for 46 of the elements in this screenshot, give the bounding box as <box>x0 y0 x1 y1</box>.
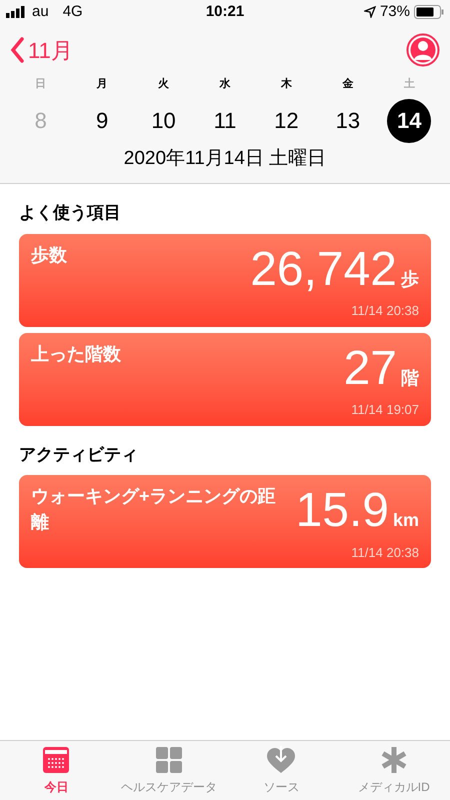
metric-title: ウォーキング+ランニングの距離 <box>31 485 277 534</box>
profile-icon[interactable] <box>406 33 440 67</box>
weekday-label: 月 <box>96 77 108 92</box>
metric-value: 26,742 <box>250 246 397 294</box>
tab-bar-item[interactable]: 今日 <box>0 741 112 800</box>
date-button[interactable]: 13 <box>326 98 370 142</box>
weekday-label: 水 <box>219 76 230 92</box>
section-title: アクティビティ <box>19 444 139 466</box>
tab-bar-item[interactable]: メディカルID <box>338 741 450 800</box>
metric-card[interactable]: ウォーキング+ランニングの距離 15.9 km 11/14 20:38 <box>19 475 431 568</box>
metric-unit: km <box>392 511 419 529</box>
metric-title: 上った階数 <box>31 342 122 366</box>
metric-value: 15.9 <box>296 487 389 535</box>
section-title: よく使う項目 <box>19 202 122 224</box>
tab-bar-item[interactable]: ヘルスケアデータ <box>112 741 225 800</box>
metric-unit: 歩 <box>401 270 419 288</box>
date-button[interactable]: 8 <box>18 98 63 142</box>
metric-time: 11/14 20:38 <box>351 302 419 320</box>
metric-card[interactable]: 歩数 26,742 歩 11/14 20:38 <box>19 234 431 326</box>
metric-time: 11/14 19:07 <box>351 401 419 419</box>
selected-date: 2020年11月14日 土曜日 <box>124 146 326 170</box>
signal-icon <box>6 6 26 18</box>
weekday-label: 日 <box>35 77 46 92</box>
date-button[interactable]: 11 <box>202 98 247 142</box>
network-label: 4G <box>62 2 83 22</box>
metric-card[interactable]: 上った階数 27 階 11/14 19:07 <box>19 332 431 426</box>
date-button[interactable]: 10 <box>142 98 186 142</box>
chevron-left-icon <box>10 37 24 63</box>
date-button[interactable]: 9 <box>80 98 124 142</box>
battery-icon <box>414 5 444 19</box>
battery-percent: 73% <box>380 2 410 22</box>
metric-time: 11/14 20:38 <box>351 544 419 562</box>
location-arrow-icon <box>364 6 376 18</box>
tab-bar-item[interactable]: ソース <box>225 741 338 800</box>
weekday-label: 火 <box>158 76 170 92</box>
carrier-label: au <box>32 2 49 22</box>
weekday-label: 土 <box>404 76 415 92</box>
metric-unit: 階 <box>401 368 419 386</box>
metric-title: 歩数 <box>31 244 68 266</box>
date-button[interactable]: 12 <box>264 98 308 142</box>
clock: 10:21 <box>206 2 244 22</box>
metric-value: 27 <box>344 344 397 392</box>
back-button[interactable]: 11月 <box>10 34 73 66</box>
weekday-label: 金 <box>342 76 354 92</box>
weekday-label: 木 <box>280 76 292 92</box>
date-button[interactable]: 14 <box>387 98 432 142</box>
